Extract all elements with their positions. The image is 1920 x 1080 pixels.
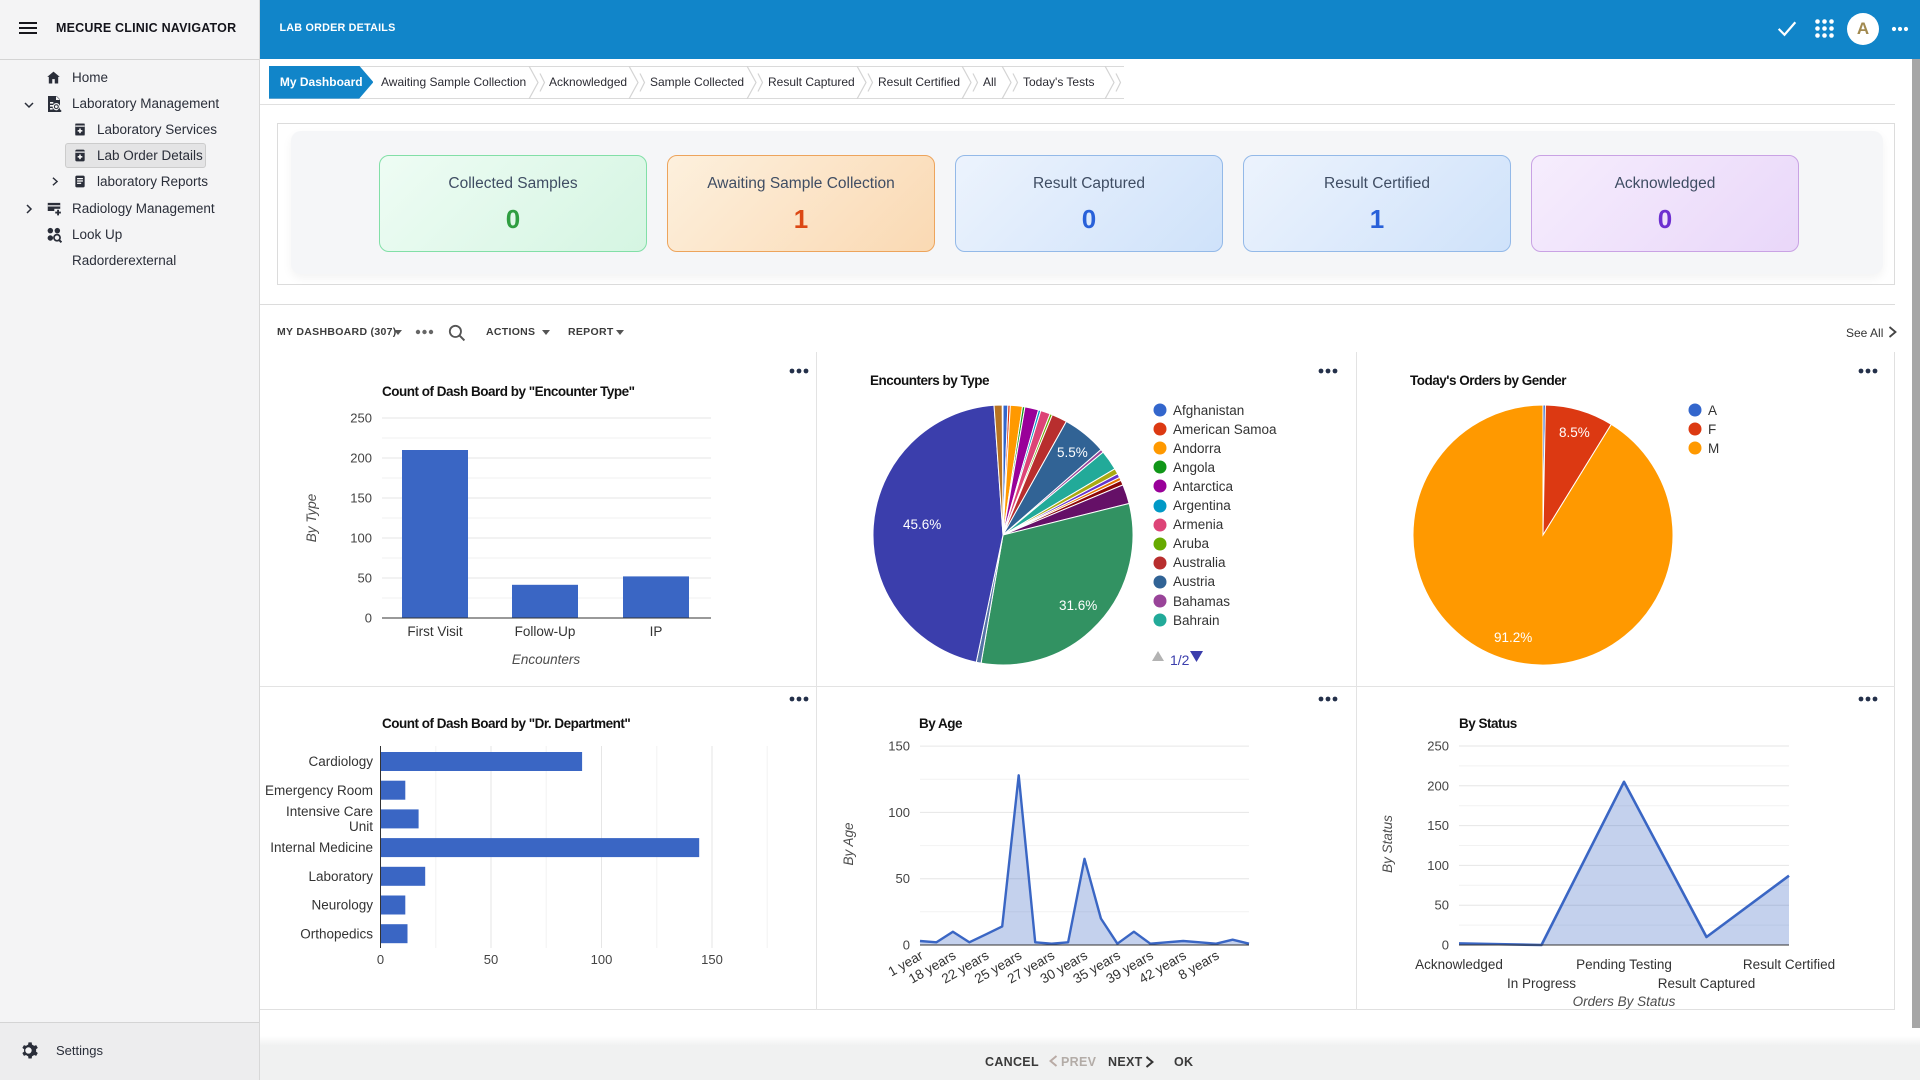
svg-text:Count of Dash Board by "Dr. De: Count of Dash Board by "Dr. Department" xyxy=(382,716,630,731)
svg-text:Internal Medicine: Internal Medicine xyxy=(270,840,373,855)
svg-text:Orders By Status: Orders By Status xyxy=(1573,994,1676,1009)
svg-text:100: 100 xyxy=(888,805,910,820)
svg-text:Armenia: Armenia xyxy=(1173,517,1224,532)
svg-text:0: 0 xyxy=(365,611,372,626)
svg-text:Austria: Austria xyxy=(1173,574,1216,589)
svg-text:Result Captured: Result Captured xyxy=(1658,976,1756,991)
svg-text:50: 50 xyxy=(358,571,372,586)
svg-text:Count of Dash Board by "Encoun: Count of Dash Board by "Encounter Type" xyxy=(382,384,635,399)
svg-text:By Age: By Age xyxy=(841,822,856,865)
svg-text:Angola: Angola xyxy=(1173,460,1216,475)
svg-text:50: 50 xyxy=(484,952,498,967)
svg-text:F: F xyxy=(1708,422,1716,437)
svg-text:150: 150 xyxy=(888,739,910,754)
svg-text:100: 100 xyxy=(1427,858,1449,873)
svg-text:Bahamas: Bahamas xyxy=(1173,594,1230,609)
svg-text:50: 50 xyxy=(896,871,910,886)
svg-text:Argentina: Argentina xyxy=(1173,498,1231,513)
svg-text:8.5%: 8.5% xyxy=(1559,425,1590,440)
svg-text:By Type: By Type xyxy=(304,494,319,543)
svg-text:91.2%: 91.2% xyxy=(1494,630,1532,645)
svg-text:First Visit: First Visit xyxy=(407,624,463,639)
svg-text:50: 50 xyxy=(1435,898,1449,913)
svg-text:Pending Testing: Pending Testing xyxy=(1576,957,1672,972)
svg-text:150: 150 xyxy=(701,952,723,967)
svg-text:Afghanistan: Afghanistan xyxy=(1173,403,1244,418)
svg-text:Result Certified: Result Certified xyxy=(1743,957,1835,972)
svg-text:Emergency Room: Emergency Room xyxy=(265,783,373,798)
svg-text:200: 200 xyxy=(1427,778,1449,793)
svg-text:Unit: Unit xyxy=(349,819,373,834)
svg-text:0: 0 xyxy=(903,938,910,953)
svg-text:In Progress: In Progress xyxy=(1507,976,1576,991)
svg-text:Neurology: Neurology xyxy=(311,898,373,913)
svg-text:1/2: 1/2 xyxy=(1170,652,1190,668)
svg-text:Orthopedics: Orthopedics xyxy=(300,926,373,941)
svg-text:250: 250 xyxy=(350,411,372,426)
svg-text:M: M xyxy=(1708,441,1719,456)
svg-text:By Age: By Age xyxy=(919,716,963,731)
svg-text:150: 150 xyxy=(1427,818,1449,833)
svg-text:Today's Orders by Gender: Today's Orders by Gender xyxy=(1410,373,1567,388)
svg-text:By Status: By Status xyxy=(1459,716,1517,731)
svg-text:200: 200 xyxy=(350,451,372,466)
svg-text:Intensive Care: Intensive Care xyxy=(286,804,373,819)
svg-text:0: 0 xyxy=(1442,938,1449,953)
svg-text:Encounters by Type: Encounters by Type xyxy=(870,373,990,388)
svg-text:Encounters: Encounters xyxy=(512,652,581,667)
svg-text:IP: IP xyxy=(650,624,663,639)
svg-text:Laboratory: Laboratory xyxy=(308,869,373,884)
svg-text:Andorra: Andorra xyxy=(1173,441,1222,456)
svg-text:100: 100 xyxy=(350,531,372,546)
svg-text:Acknowledged: Acknowledged xyxy=(1415,957,1503,972)
svg-text:Bahrain: Bahrain xyxy=(1173,613,1220,628)
svg-text:250: 250 xyxy=(1427,739,1449,754)
svg-text:Antarctica: Antarctica xyxy=(1173,479,1234,494)
svg-text:Cardiology: Cardiology xyxy=(308,754,373,769)
svg-text:45.6%: 45.6% xyxy=(903,517,941,532)
svg-text:A: A xyxy=(1708,403,1717,418)
svg-text:Aruba: Aruba xyxy=(1173,536,1210,551)
svg-text:5.5%: 5.5% xyxy=(1057,445,1088,460)
svg-text:0: 0 xyxy=(377,952,384,967)
svg-text:Australia: Australia xyxy=(1173,555,1226,570)
svg-text:Follow-Up: Follow-Up xyxy=(515,624,576,639)
svg-text:By Status: By Status xyxy=(1380,815,1395,873)
svg-text:150: 150 xyxy=(350,491,372,506)
svg-text:100: 100 xyxy=(591,952,613,967)
svg-text:American Samoa: American Samoa xyxy=(1173,422,1277,437)
svg-text:31.6%: 31.6% xyxy=(1059,598,1097,613)
